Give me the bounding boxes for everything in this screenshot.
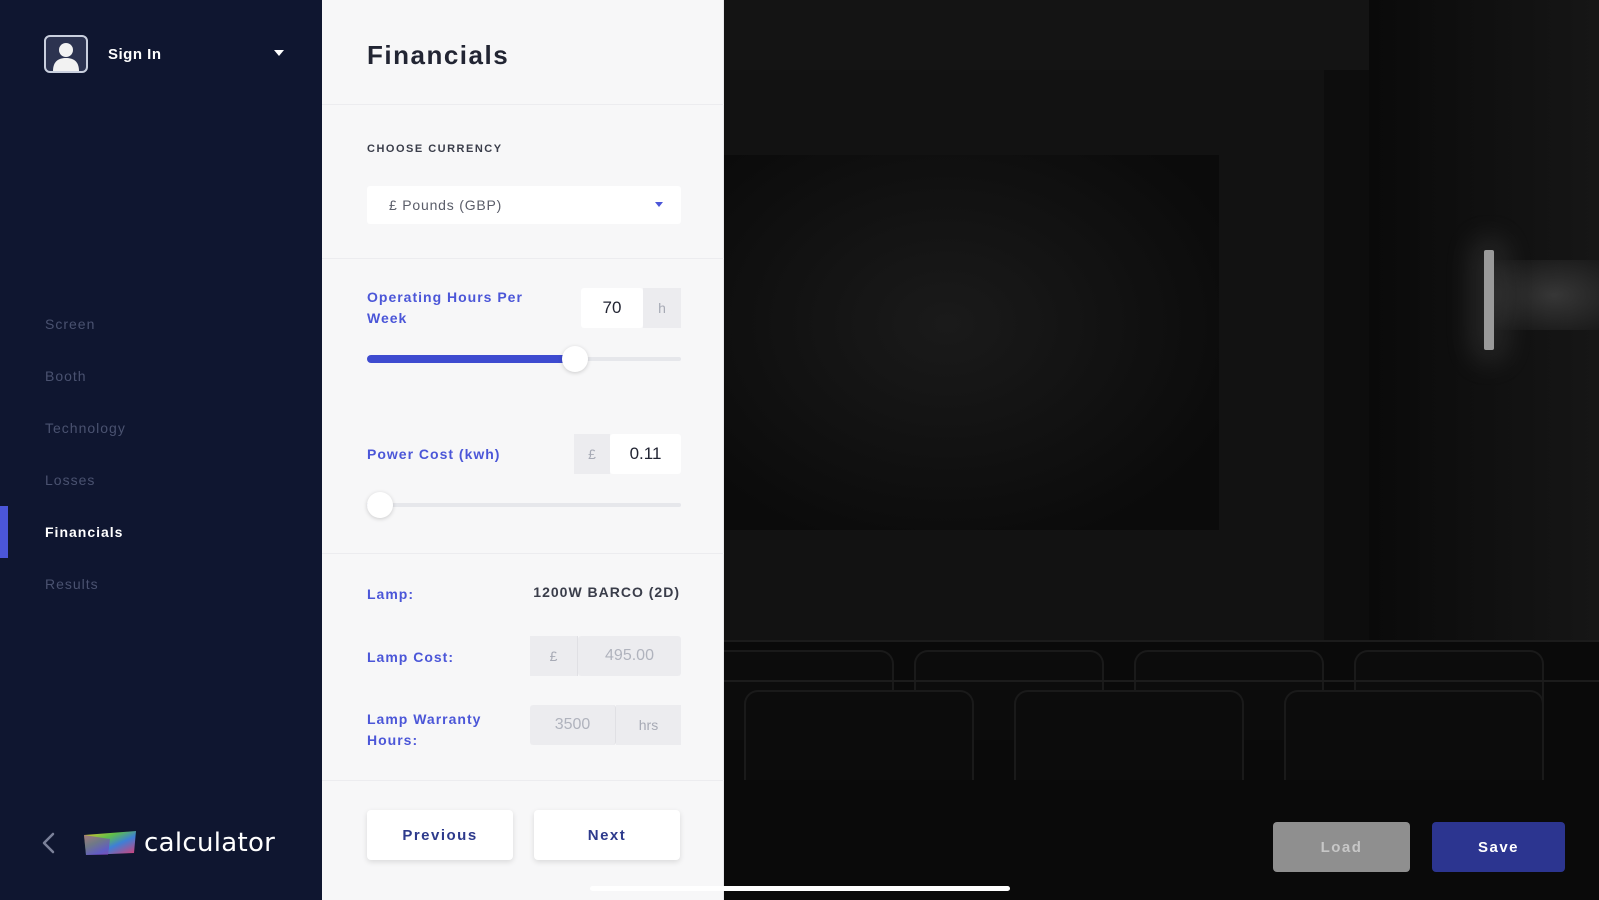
page-title: Financials — [367, 40, 510, 70]
home-indicator — [590, 886, 1010, 891]
lamp-label: Lamp: — [367, 586, 414, 602]
currency-select[interactable]: £ Pounds (GBP) — [367, 186, 681, 224]
cinema-screen — [724, 155, 1219, 530]
currency-symbol-addon: £ — [574, 434, 610, 474]
preview-wall-edge — [1324, 70, 1369, 640]
operating-hours-group: 70 h — [581, 288, 681, 328]
sign-in-menu[interactable]: Sign In — [44, 35, 284, 73]
load-button[interactable]: Load — [1273, 822, 1410, 872]
logo-mark-icon — [84, 831, 136, 855]
lamp-cost-group: £ 495.00 — [530, 636, 681, 676]
power-cost-group: £ 0.11 — [574, 434, 681, 474]
divider — [322, 104, 724, 105]
divider — [322, 553, 724, 554]
lamp-warranty-group: 3500 hrs — [530, 705, 681, 745]
lamp-cost-label: Lamp Cost: — [367, 649, 454, 665]
previous-button[interactable]: Previous — [367, 810, 513, 860]
lamp-cost-input: 495.00 — [578, 636, 681, 676]
currency-selected-value: £ Pounds (GBP) — [389, 197, 503, 213]
hrs-unit-addon: hrs — [616, 705, 681, 745]
operating-hours-slider[interactable] — [367, 346, 681, 372]
cinema-3d-preview[interactable] — [724, 0, 1599, 900]
lamp-warranty-label: Lamp Warranty Hours: — [367, 711, 482, 748]
nav-item-losses[interactable]: Losses — [0, 454, 322, 506]
wall-light-glow — [1494, 260, 1599, 330]
lamp-value: 1200W BARCO (2D) — [533, 584, 680, 600]
divider — [322, 780, 724, 781]
seat-row — [724, 680, 1599, 780]
seat — [1284, 690, 1544, 780]
app-logo: calculator — [82, 828, 275, 858]
nav-item-booth[interactable]: Booth — [0, 350, 322, 402]
sign-in-label: Sign In — [108, 45, 162, 63]
user-avatar-icon — [44, 35, 88, 73]
power-cost-slider-thumb[interactable] — [367, 492, 393, 518]
divider — [322, 258, 724, 259]
operating-hours-slider-thumb[interactable] — [562, 346, 589, 372]
nav-item-results[interactable]: Results — [0, 558, 322, 610]
hours-unit-addon: h — [643, 288, 681, 328]
operating-hours-label: Operating Hours Per Week — [367, 289, 523, 326]
sidebar-nav: Screen Booth Technology Losses Financial… — [0, 298, 322, 610]
save-button[interactable]: Save — [1432, 822, 1565, 872]
next-button[interactable]: Next — [534, 810, 680, 860]
power-cost-input[interactable]: 0.11 — [610, 434, 681, 474]
nav-item-financials[interactable]: Financials — [0, 506, 322, 558]
caret-down-icon[interactable] — [274, 50, 284, 56]
currency-symbol-addon: £ — [530, 636, 578, 676]
seat — [744, 690, 974, 780]
operating-hours-slider-fill — [367, 355, 572, 363]
lamp-warranty-input: 3500 — [530, 705, 616, 745]
operating-hours-input[interactable]: 70 — [581, 288, 643, 328]
power-cost-label: Power Cost (kwh) — [367, 446, 501, 462]
nav-item-screen[interactable]: Screen — [0, 298, 322, 350]
back-chevron-icon[interactable] — [40, 831, 58, 855]
wall-light — [1484, 250, 1494, 350]
currency-label: CHOOSE CURRENCY — [367, 143, 503, 155]
chevron-down-icon — [655, 202, 663, 207]
nav-item-technology[interactable]: Technology — [0, 402, 322, 454]
financials-panel: Financials CHOOSE CURRENCY £ Pounds (GBP… — [322, 0, 724, 900]
sidebar: Sign In Screen Booth Technology Losses F… — [0, 0, 322, 900]
power-cost-slider[interactable] — [367, 492, 681, 518]
logo-text: calculator — [144, 828, 276, 858]
seat — [1014, 690, 1244, 780]
